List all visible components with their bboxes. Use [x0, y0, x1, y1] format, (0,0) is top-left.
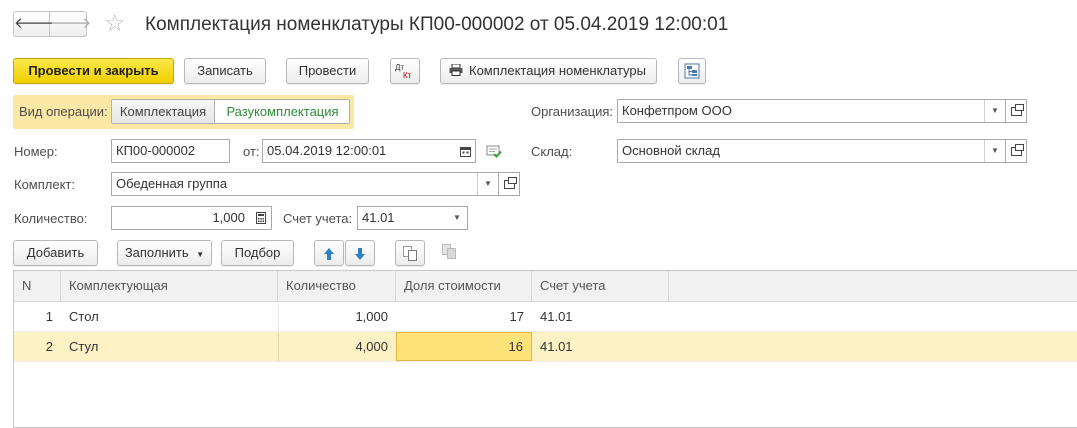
fill-label: Заполнить: [124, 245, 189, 260]
column-header-account[interactable]: Счет учета: [532, 271, 669, 301]
warehouse-value: Основной склад: [622, 143, 720, 158]
calendar-icon[interactable]: [455, 140, 475, 162]
components-table: N Комплектующая Количество Доля стоимост…: [13, 270, 1077, 428]
number-label: Номер:: [14, 144, 58, 159]
print-button[interactable]: Комплектация номенклатуры: [440, 58, 657, 84]
quantity-label: Количество:: [14, 211, 88, 226]
column-header-quantity[interactable]: Количество: [278, 271, 396, 301]
organization-field[interactable]: Конфетпром ООО ▼: [617, 99, 1006, 123]
quantity-value: 1,000: [212, 210, 245, 225]
row-account[interactable]: 41.01: [532, 332, 669, 361]
column-header-share[interactable]: Доля стоимости: [396, 271, 532, 301]
account-label: Счет учета:: [283, 211, 353, 226]
organization-label: Организация:: [531, 104, 614, 119]
kit-open-button[interactable]: [498, 172, 520, 196]
operation-label: Вид операции:: [19, 104, 108, 119]
row-component[interactable]: Стол: [61, 302, 278, 331]
column-header-n[interactable]: N: [14, 271, 61, 301]
arrow-up-icon: [323, 248, 335, 264]
organization-value: Конфетпром ООО: [622, 103, 732, 118]
save-button[interactable]: Записать: [184, 58, 266, 84]
organization-open-button[interactable]: [1005, 99, 1027, 123]
row-number: 2: [45, 339, 53, 354]
back-button[interactable]: 🡐: [14, 12, 54, 36]
row-component[interactable]: Стул: [61, 332, 278, 361]
row-number: 1: [45, 309, 53, 324]
warehouse-label: Склад:: [531, 144, 573, 159]
paste-button[interactable]: [434, 240, 464, 266]
printer-icon: [449, 60, 463, 84]
print-label: Комплектация номенклатуры: [469, 63, 646, 78]
account-field[interactable]: 41.01 ▼: [357, 206, 468, 230]
history-icon[interactable]: [486, 143, 502, 162]
quantity-field[interactable]: 1,000: [111, 206, 272, 230]
post-and-close-button[interactable]: Провести и закрыть: [13, 58, 174, 84]
copy-icon: [403, 246, 417, 264]
kit-field[interactable]: Обеденная группа ▼: [111, 172, 499, 196]
operation-option-assembly[interactable]: Комплектация: [112, 100, 215, 123]
date-field[interactable]: 05.04.2019 12:00:01: [262, 139, 476, 163]
warehouse-open-button[interactable]: [1005, 139, 1027, 163]
move-down-button[interactable]: [345, 240, 375, 266]
dtkt-button[interactable]: Дт Кт: [390, 58, 420, 84]
open-icon: [503, 176, 517, 189]
forward-button[interactable]: 🡒: [51, 12, 91, 36]
paste-icon: [442, 244, 456, 262]
row-quantity[interactable]: 1,000: [278, 302, 396, 331]
chevron-down-icon: ▼: [196, 250, 205, 259]
operation-toggle: Комплектация Разукомплектация: [111, 99, 350, 124]
fill-button[interactable]: Заполнить ▼: [117, 240, 212, 266]
add-button[interactable]: Добавить: [13, 240, 98, 266]
structure-button[interactable]: [678, 58, 706, 84]
star-icon[interactable]: ☆: [104, 9, 126, 39]
table-row[interactable]: 2 Стул 4,000 16 41.01: [14, 332, 1077, 362]
arrow-right-icon: 🡒: [51, 15, 92, 32]
arrow-left-icon: 🡐: [14, 15, 55, 32]
row-share[interactable]: 17: [396, 302, 532, 331]
copy-button[interactable]: [395, 240, 425, 266]
warehouse-field[interactable]: Основной склад ▼: [617, 139, 1006, 163]
kit-label: Комплект:: [14, 177, 75, 192]
post-button[interactable]: Провести: [286, 58, 369, 84]
page-title: Комплектация номенклатуры КП00-000002 от…: [145, 14, 729, 35]
chevron-down-icon[interactable]: ▼: [984, 100, 1005, 122]
account-value: 41.01: [362, 210, 395, 225]
chevron-down-icon[interactable]: ▼: [984, 140, 1005, 162]
column-header-component[interactable]: Комплектующая: [61, 271, 278, 301]
open-icon: [1010, 103, 1024, 116]
row-account[interactable]: 41.01: [532, 302, 669, 331]
date-label: от:: [243, 144, 260, 159]
operation-option-disassembly[interactable]: Разукомплектация: [216, 100, 349, 123]
dtkt-icon: Дт Кт: [395, 63, 412, 80]
chevron-down-icon[interactable]: ▼: [447, 207, 467, 229]
date-value: 05.04.2019 12:00:01: [267, 143, 387, 158]
calculator-icon[interactable]: [251, 207, 271, 229]
row-quantity[interactable]: 4,000: [278, 332, 396, 361]
move-up-button[interactable]: [314, 240, 344, 266]
nav-group: 🡐 🡒: [13, 11, 91, 37]
structure-icon: [684, 63, 700, 82]
open-icon: [1010, 143, 1024, 156]
table-row[interactable]: 1 Стол 1,000 17 41.01: [14, 302, 1077, 332]
arrow-down-icon: [354, 248, 366, 264]
kit-value: Обеденная группа: [116, 176, 228, 191]
number-field[interactable]: КП00-000002: [111, 139, 230, 163]
select-button[interactable]: Подбор: [221, 240, 294, 266]
table-header: N Комплектующая Количество Доля стоимост…: [14, 271, 1077, 302]
row-share[interactable]: 16: [396, 332, 532, 361]
chevron-down-icon[interactable]: ▼: [477, 173, 498, 195]
